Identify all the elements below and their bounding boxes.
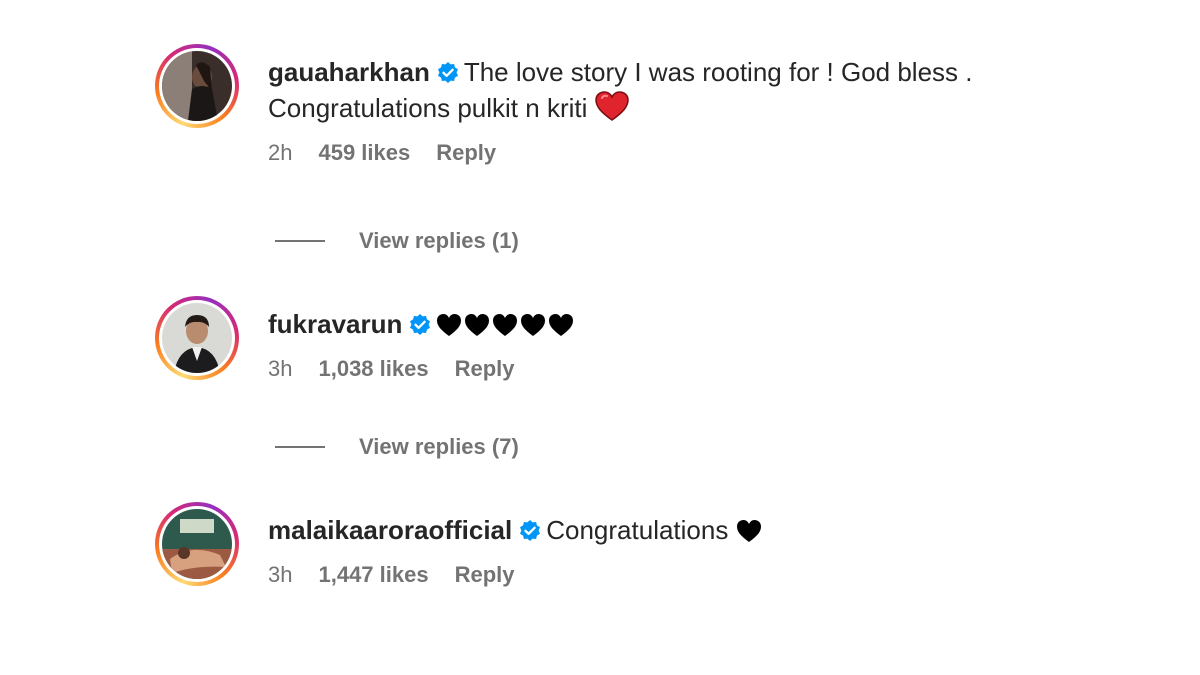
likes-count[interactable]: 1,038 likes (318, 356, 428, 382)
avatar (162, 509, 232, 579)
comment-time[interactable]: 3h (268, 356, 292, 382)
comment-meta: 2h 459 likes Reply (268, 140, 1088, 166)
comment-time[interactable]: 2h (268, 140, 292, 166)
username-link[interactable]: gauaharkhan (268, 57, 430, 87)
red-heart-emoji (594, 91, 629, 121)
comment-time[interactable]: 3h (268, 562, 292, 588)
comment-text: fukravarun (268, 306, 1088, 342)
username-link[interactable]: fukravarun (268, 309, 402, 339)
reply-button[interactable]: Reply (455, 562, 515, 588)
black-heart-emoji (436, 313, 574, 337)
avatar (162, 303, 232, 373)
comment-meta: 3h 1,038 likes Reply (268, 356, 1088, 382)
comment-text: gauaharkhan The love story I was rooting … (268, 57, 973, 87)
divider-line (275, 446, 325, 448)
black-heart-emoji (736, 519, 762, 543)
likes-count[interactable]: 1,447 likes (318, 562, 428, 588)
avatar-story-ring[interactable] (155, 502, 239, 586)
reply-button[interactable]: Reply (455, 356, 515, 382)
username-link[interactable]: malaikaaroraofficial (268, 515, 512, 545)
view-replies-button[interactable]: View replies (1) (275, 228, 519, 254)
verified-badge-icon (436, 61, 460, 85)
verified-badge-icon (408, 313, 432, 337)
avatar (162, 51, 232, 121)
reply-button[interactable]: Reply (436, 140, 496, 166)
likes-count[interactable]: 459 likes (318, 140, 410, 166)
avatar-story-ring[interactable] (155, 296, 239, 380)
divider-line (275, 240, 325, 242)
comment-text: malaikaaroraofficial Congratulations (268, 512, 1088, 548)
view-replies-button[interactable]: View replies (7) (275, 434, 519, 460)
comment-meta: 3h 1,447 likes Reply (268, 562, 1088, 588)
verified-badge-icon (518, 519, 542, 543)
avatar-story-ring[interactable] (155, 44, 239, 128)
